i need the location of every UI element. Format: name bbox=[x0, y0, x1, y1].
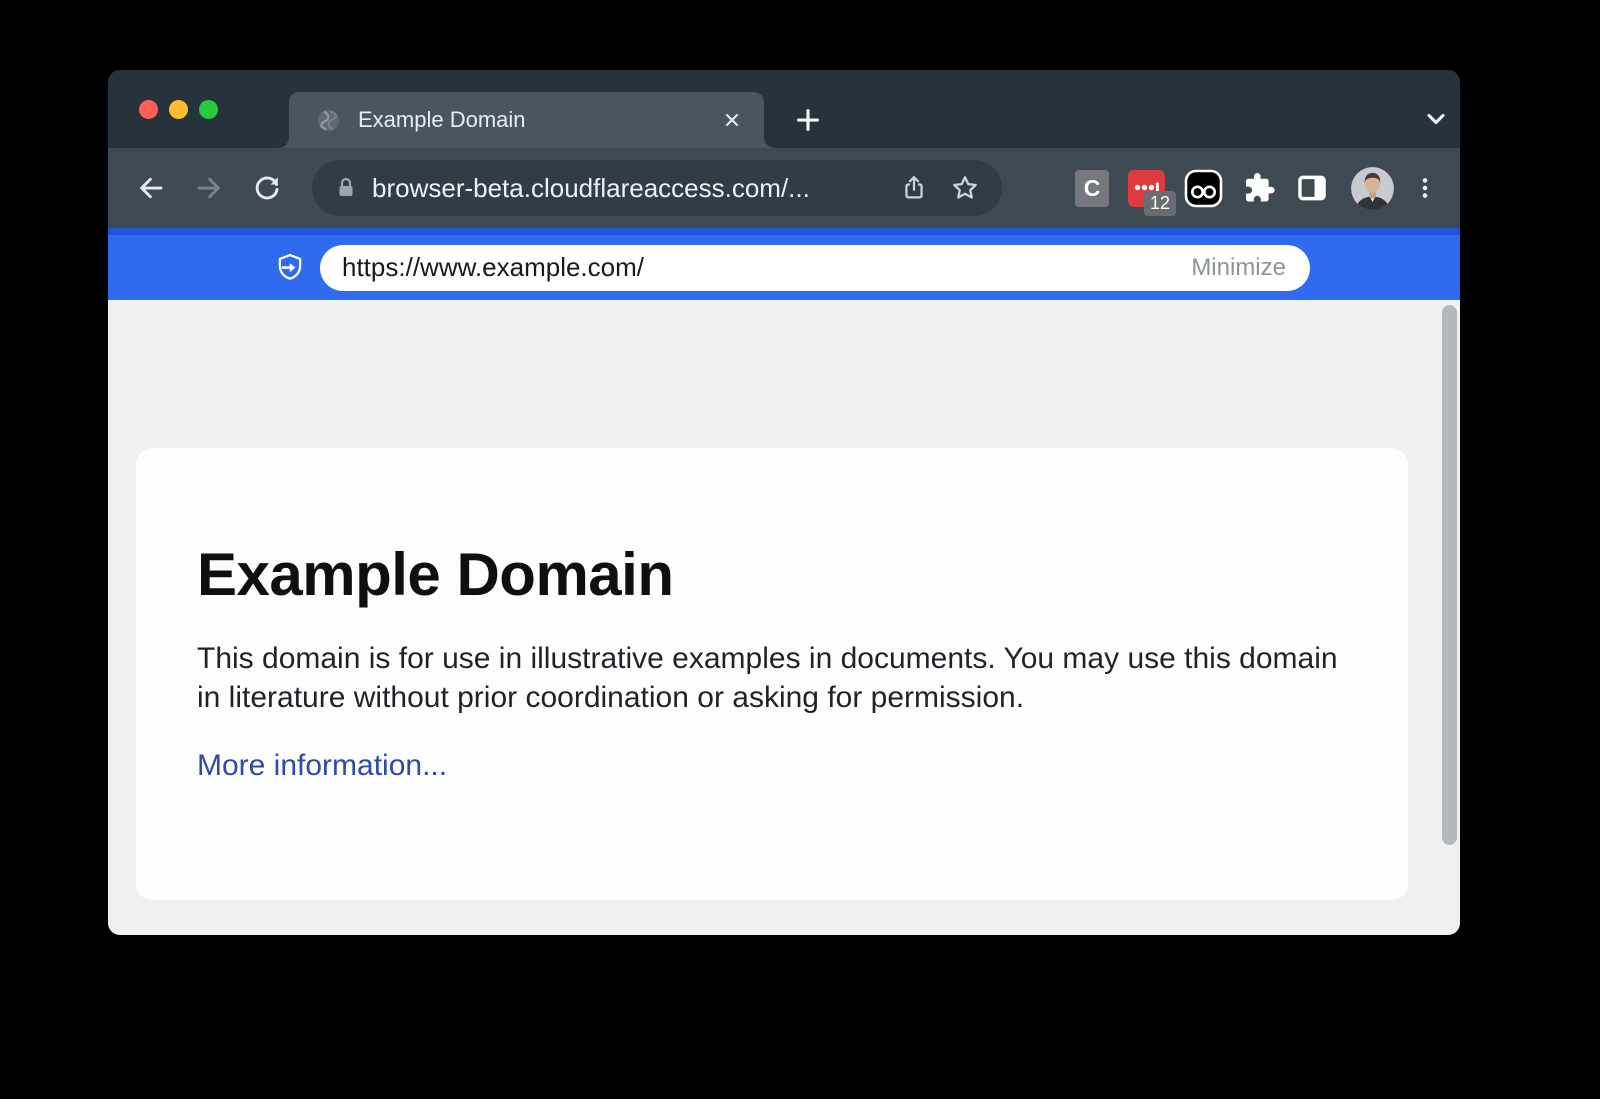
browser-toolbar: browser-beta.cloudflareaccess.com/... C bbox=[108, 148, 1460, 228]
tab-search-button[interactable] bbox=[1418, 104, 1454, 134]
extension-c-button[interactable]: C bbox=[1075, 170, 1109, 207]
avatar-photo bbox=[1351, 167, 1394, 210]
back-arrow-icon bbox=[136, 173, 166, 203]
two-circles-icon bbox=[1184, 169, 1223, 208]
extension-circles-button[interactable] bbox=[1184, 169, 1223, 208]
remote-url-pill: Minimize bbox=[320, 245, 1310, 291]
share-icon bbox=[900, 174, 928, 202]
extension-c-label: C bbox=[1084, 175, 1101, 202]
reload-button[interactable] bbox=[244, 165, 290, 211]
window-close-button[interactable] bbox=[139, 100, 158, 119]
page-viewport: Example Domain This domain is for use in… bbox=[108, 300, 1460, 935]
kebab-menu-icon bbox=[1412, 175, 1438, 201]
chevron-down-icon bbox=[1422, 105, 1450, 133]
browser-tab[interactable]: Example Domain bbox=[289, 92, 764, 148]
address-bar[interactable]: browser-beta.cloudflareaccess.com/... bbox=[312, 160, 1002, 216]
window-zoom-button[interactable] bbox=[199, 100, 218, 119]
puzzle-icon bbox=[1242, 171, 1276, 205]
tab-strip: Example Domain bbox=[108, 70, 1460, 148]
close-icon bbox=[721, 109, 743, 131]
side-panel-button[interactable] bbox=[1295, 171, 1329, 205]
forward-button[interactable] bbox=[186, 165, 232, 211]
forward-arrow-icon bbox=[194, 173, 224, 203]
shield-arrow-icon bbox=[274, 252, 306, 284]
plus-icon bbox=[793, 105, 823, 135]
minimize-button[interactable]: Minimize bbox=[1177, 254, 1300, 282]
page-paragraph: This domain is for use in illustrative e… bbox=[197, 639, 1348, 717]
traffic-lights bbox=[139, 100, 218, 119]
page-heading: Example Domain bbox=[197, 540, 1348, 609]
reload-icon bbox=[252, 173, 282, 203]
lock-icon bbox=[334, 176, 358, 200]
remote-url-input[interactable] bbox=[342, 252, 1177, 283]
more-information-link[interactable]: More information... bbox=[197, 749, 447, 783]
side-panel-icon bbox=[1295, 171, 1329, 205]
extension-badge: 12 bbox=[1144, 191, 1176, 216]
new-tab-button[interactable] bbox=[783, 95, 833, 145]
profile-avatar[interactable] bbox=[1351, 167, 1394, 210]
share-button[interactable] bbox=[900, 174, 928, 202]
extension-password-button[interactable]: 12 bbox=[1128, 170, 1165, 207]
star-icon bbox=[950, 173, 980, 203]
browser-window: Example Domain bbox=[108, 70, 1460, 935]
back-button[interactable] bbox=[128, 165, 174, 211]
content-card: Example Domain This domain is for use in… bbox=[136, 448, 1408, 900]
tab-title: Example Domain bbox=[358, 107, 716, 133]
tab-close-button[interactable] bbox=[716, 104, 748, 136]
scrollbar-thumb[interactable] bbox=[1442, 305, 1457, 845]
window-minimize-button[interactable] bbox=[169, 100, 188, 119]
bookmark-star-button[interactable] bbox=[950, 173, 980, 203]
globe-favicon-icon bbox=[315, 107, 342, 134]
remote-browser-bar: Minimize bbox=[108, 228, 1460, 300]
extensions-area: C 12 bbox=[1056, 166, 1440, 210]
browser-menu-button[interactable] bbox=[1410, 166, 1440, 210]
address-url-text: browser-beta.cloudflareaccess.com/... bbox=[372, 173, 878, 204]
extensions-menu-button[interactable] bbox=[1242, 171, 1276, 205]
